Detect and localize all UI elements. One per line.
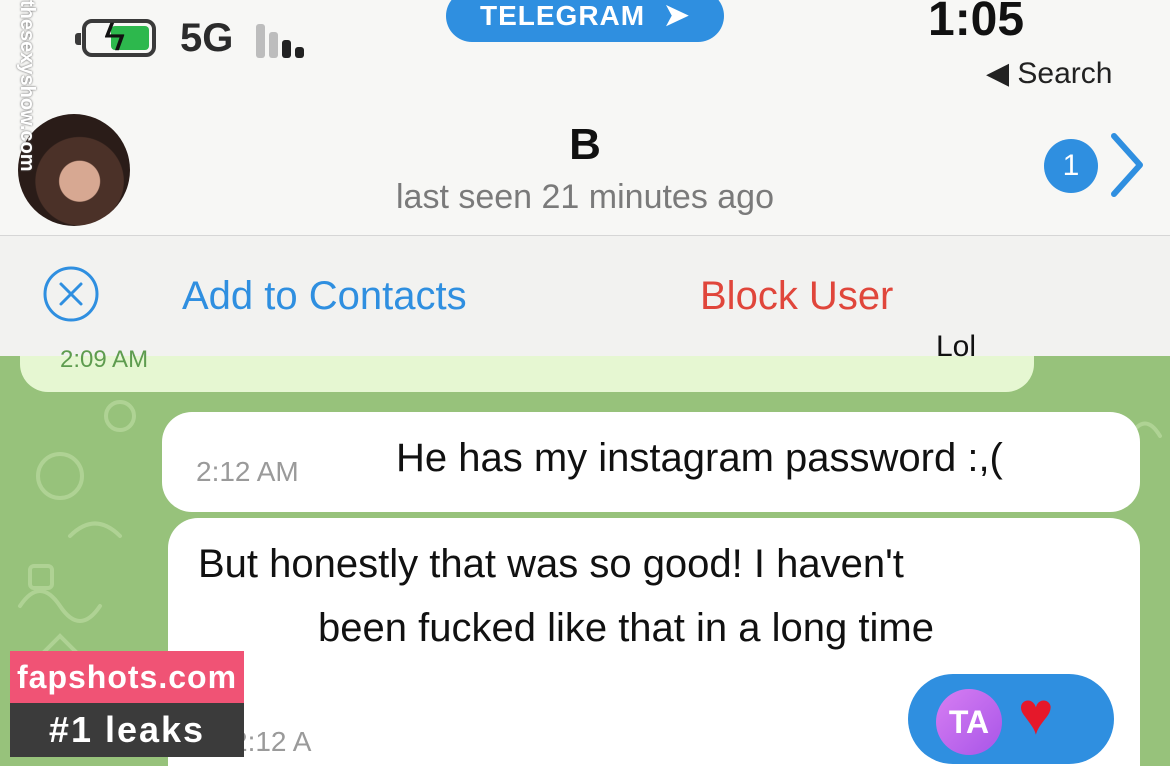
contact-action-bar xyxy=(0,235,1170,357)
network-type: 5G xyxy=(180,16,234,60)
contact-name[interactable]: B xyxy=(0,120,1170,170)
telegram-pill[interactable]: TELEGRAM ➤ xyxy=(446,0,724,42)
back-to-search[interactable]: ◀ Search xyxy=(986,56,1112,91)
previous-message-bubble[interactable] xyxy=(20,356,1034,392)
app-pill-label: TELEGRAM xyxy=(479,0,646,31)
add-to-contacts-button[interactable]: Add to Contacts xyxy=(182,274,467,319)
message-text: He has my instagram password :,( xyxy=(396,436,1003,480)
unread-badge[interactable]: 1 xyxy=(1044,139,1098,193)
heart-icon: ♥ xyxy=(1018,680,1054,747)
reactor-avatar: TA xyxy=(936,689,1002,755)
paper-plane-icon: ➤ xyxy=(663,0,691,32)
status-time: 1:05 xyxy=(928,0,1025,46)
signal-icon xyxy=(256,20,316,58)
previous-message-time: 2:09 AM xyxy=(60,346,149,373)
watermark-tagline: #1 leaks xyxy=(10,703,244,757)
previous-message-text: Lol xyxy=(936,330,977,363)
close-icon[interactable] xyxy=(42,265,100,323)
chevron-back-icon[interactable] xyxy=(1106,130,1146,200)
watermark-site: fapshots.com xyxy=(10,651,244,703)
battery-icon: ϟ xyxy=(75,17,156,57)
message-text-line: But honestly that was so good! I haven't xyxy=(198,542,904,586)
message-text-line: been fucked like that in a long time xyxy=(318,606,934,650)
message-time: 2:12 AM xyxy=(196,456,299,487)
block-user-button[interactable]: Block User xyxy=(700,274,893,319)
last-seen-status: last seen 21 minutes ago xyxy=(395,178,775,216)
